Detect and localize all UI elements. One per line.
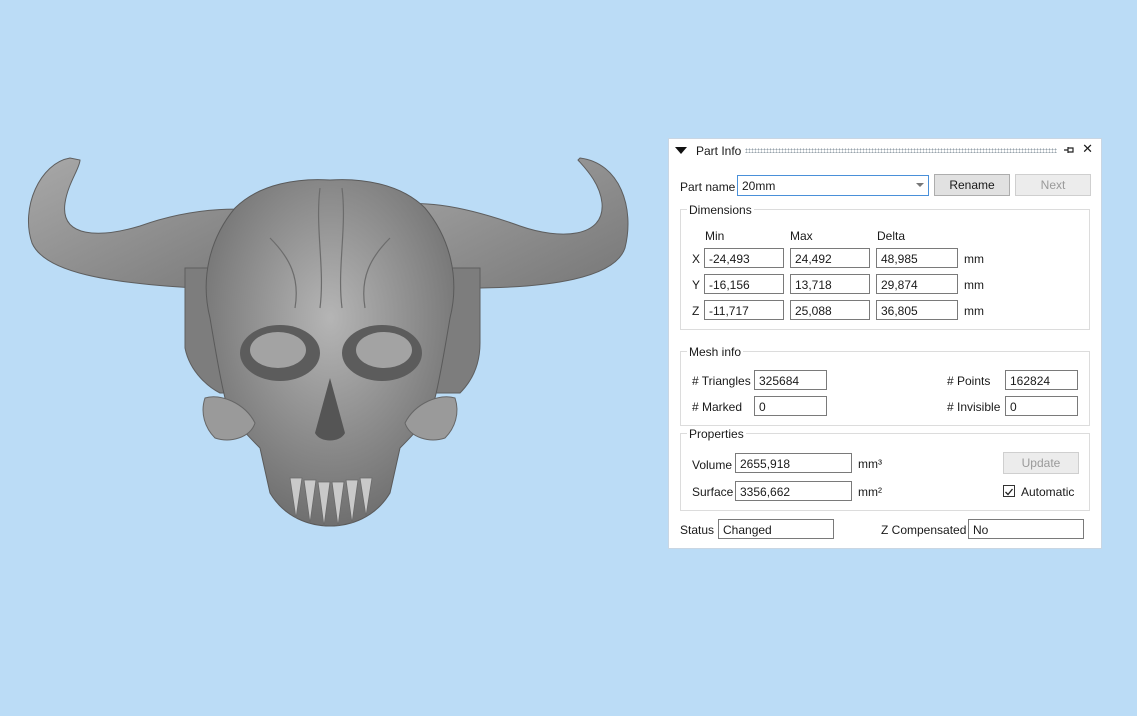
automatic-label: Automatic bbox=[1021, 485, 1075, 499]
x-unit-label: mm bbox=[964, 252, 984, 266]
surface-field[interactable]: 3356,662 bbox=[735, 481, 852, 501]
z-compensated-label: Z Compensated bbox=[881, 523, 967, 537]
part-info-panel: Part Info ✕ Part name 20mm Rename Next D… bbox=[668, 138, 1102, 549]
z-compensated-field[interactable]: No bbox=[968, 519, 1084, 539]
y-unit-label: mm bbox=[964, 278, 984, 292]
points-label: # Points bbox=[947, 374, 991, 388]
collapse-triangle-icon[interactable] bbox=[675, 147, 687, 154]
status-field[interactable]: Changed bbox=[718, 519, 834, 539]
y-delta-field[interactable]: 29,874 bbox=[876, 274, 958, 294]
marked-label: # Marked bbox=[692, 400, 743, 414]
surface-unit: mm² bbox=[858, 485, 882, 499]
axis-y-label: Y bbox=[692, 278, 701, 292]
z-max-field[interactable]: 25,088 bbox=[790, 300, 870, 320]
skull-model[interactable] bbox=[20, 148, 640, 533]
mesh-info-title: Mesh info bbox=[687, 345, 744, 359]
properties-title: Properties bbox=[687, 427, 746, 441]
delta-header: Delta bbox=[877, 229, 906, 243]
checkmark-icon bbox=[1005, 488, 1014, 496]
pin-icon[interactable] bbox=[1063, 144, 1075, 156]
automatic-checkbox[interactable] bbox=[1003, 485, 1015, 497]
x-max-field[interactable]: 24,492 bbox=[790, 248, 870, 268]
y-max-field[interactable]: 13,718 bbox=[790, 274, 870, 294]
x-delta-field[interactable]: 48,985 bbox=[876, 248, 958, 268]
invisible-label: # Invisible bbox=[947, 400, 1001, 414]
triangles-field[interactable]: 325684 bbox=[754, 370, 827, 390]
z-unit-label: mm bbox=[964, 304, 984, 318]
points-field[interactable]: 162824 bbox=[1005, 370, 1078, 390]
part-name-label: Part name bbox=[680, 180, 736, 194]
max-header: Max bbox=[790, 229, 813, 243]
volume-label: Volume bbox=[692, 458, 733, 472]
dimensions-title: Dimensions bbox=[687, 203, 754, 217]
axis-z-label: Z bbox=[692, 304, 700, 318]
chevron-down-icon[interactable] bbox=[913, 177, 927, 194]
x-min-field[interactable]: -24,493 bbox=[704, 248, 784, 268]
min-header: Min bbox=[705, 229, 725, 243]
status-label: Status bbox=[680, 523, 715, 537]
close-icon[interactable]: ✕ bbox=[1082, 142, 1093, 156]
triangles-label: # Triangles bbox=[692, 374, 751, 388]
next-button[interactable]: Next bbox=[1015, 174, 1091, 196]
panel-titlebar[interactable]: Part Info ✕ bbox=[669, 139, 1101, 161]
volume-unit: mm³ bbox=[858, 457, 882, 471]
axis-x-label: X bbox=[692, 252, 701, 266]
surface-label: Surface bbox=[692, 485, 734, 499]
volume-field[interactable]: 2655,918 bbox=[735, 453, 852, 473]
marked-field[interactable]: 0 bbox=[754, 396, 827, 416]
panel-title: Part Info bbox=[696, 144, 742, 158]
update-button[interactable]: Update bbox=[1003, 452, 1079, 474]
rename-button[interactable]: Rename bbox=[934, 174, 1010, 196]
z-delta-field[interactable]: 36,805 bbox=[876, 300, 958, 320]
y-min-field[interactable]: -16,156 bbox=[704, 274, 784, 294]
part-name-value: 20mm bbox=[742, 179, 776, 193]
part-name-select[interactable]: 20mm bbox=[737, 175, 929, 196]
invisible-field[interactable]: 0 bbox=[1005, 396, 1078, 416]
titlebar-grip[interactable] bbox=[745, 148, 1057, 153]
z-min-field[interactable]: -11,717 bbox=[704, 300, 784, 320]
